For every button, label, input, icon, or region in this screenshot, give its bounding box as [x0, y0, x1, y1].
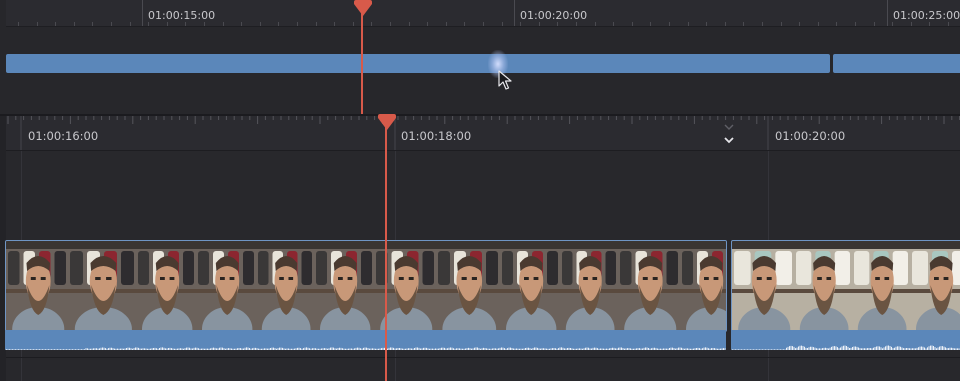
upper-playhead-line[interactable] [361, 12, 363, 114]
upper-minor-tick [799, 22, 801, 26]
upper-minor-tick [948, 22, 949, 26]
clip-thumbnail [68, 241, 136, 331]
track-divider [6, 357, 960, 358]
upper-playhead-head[interactable] [354, 4, 372, 16]
upper-minor-tick [836, 22, 838, 26]
upper-minor-tick [631, 22, 633, 26]
upper-minor-tick [594, 22, 596, 26]
upper-minor-tick [166, 22, 168, 26]
upper-minor-tick [520, 22, 522, 26]
upper-minor-tick [650, 22, 652, 26]
lower-playhead-line[interactable] [385, 126, 387, 381]
clip-thumbnail [314, 241, 374, 331]
upper-minor-tick [873, 22, 875, 26]
upper-minor-tick [576, 22, 577, 26]
clip-thumbnail [500, 241, 560, 331]
upper-minor-tick [334, 22, 336, 26]
upper-minor-tick [817, 22, 819, 26]
upper-minor-tick [204, 22, 205, 26]
audio-waveform [5, 347, 726, 350]
clip-thumbnail [6, 241, 68, 331]
mouse-pointer-icon [498, 70, 512, 90]
upper-minor-tick [408, 22, 410, 26]
video-clip[interactable] [5, 240, 727, 332]
clip-thumbnail [680, 241, 726, 331]
upper-clip[interactable] [833, 54, 960, 73]
upper-minor-tick [706, 22, 708, 26]
upper-minor-tick [892, 22, 894, 26]
clip-thumbnail [196, 241, 256, 331]
clip-thumbnail [560, 241, 618, 331]
upper-major-tick [514, 0, 515, 26]
clip-thumbnail [732, 241, 794, 331]
upper-minor-tick [36, 22, 38, 26]
upper-timecode-1: 01:00:15:00 [148, 9, 216, 22]
upper-minor-tick [352, 22, 354, 26]
chevron-down-icon[interactable] [722, 120, 736, 150]
upper-timecode-2: 01:00:20:00 [520, 9, 588, 22]
upper-major-tick [142, 0, 143, 26]
upper-minor-tick [743, 22, 745, 26]
upper-minor-tick [855, 22, 856, 26]
lower-timecode-2: 01:00:18:00 [401, 129, 472, 143]
upper-time-ruler[interactable]: 01:00:15:00 01:00:20:00 01:00:25:00 [6, 0, 960, 27]
audio-clip[interactable] [731, 330, 960, 350]
upper-minor-tick [222, 22, 224, 26]
lower-timecode-1: 01:00:16:00 [28, 129, 99, 143]
upper-minor-tick [278, 22, 280, 26]
lower-timecode-3: 01:00:20:00 [775, 129, 846, 143]
upper-minor-tick [297, 22, 298, 26]
upper-minor-tick [613, 22, 615, 26]
upper-minor-tick [538, 22, 540, 26]
clip-thumbnail [436, 241, 500, 331]
upper-timecode-3: 01:00:25:00 [893, 9, 960, 22]
upper-minor-tick [780, 22, 782, 26]
upper-minor-tick [427, 22, 429, 26]
upper-timeline: 01:00:15:00 01:00:20:00 01:00:25:00 [0, 0, 960, 114]
lower-time-ruler[interactable]: 01:00:16:00 01:00:18:00 01:00:20:00 [6, 116, 960, 151]
clip-thumbnail [618, 241, 680, 331]
clip-thumbnail [852, 241, 910, 331]
upper-minor-tick [92, 22, 94, 26]
upper-minor-tick [910, 22, 912, 26]
upper-minor-tick [501, 22, 503, 26]
upper-minor-tick [315, 22, 317, 26]
upper-minor-tick [483, 22, 484, 26]
upper-minor-tick [762, 22, 763, 26]
upper-minor-tick [73, 22, 75, 26]
clip-thumbnail [910, 241, 960, 331]
upper-minor-tick [724, 22, 726, 26]
upper-minor-tick [390, 22, 391, 26]
upper-minor-tick [148, 22, 150, 26]
upper-minor-tick [55, 22, 57, 26]
upper-minor-tick [371, 22, 373, 26]
upper-minor-tick [185, 22, 187, 26]
clip-thumbnail [374, 241, 436, 331]
clip-thumbnail [256, 241, 314, 331]
upper-minor-tick [445, 22, 447, 26]
upper-minor-tick [111, 22, 112, 26]
upper-minor-tick [241, 22, 243, 26]
upper-minor-tick [129, 22, 131, 26]
audio-waveform [731, 345, 960, 350]
upper-minor-tick [557, 22, 559, 26]
upper-minor-tick [929, 22, 931, 26]
upper-minor-tick [18, 22, 19, 26]
clip-thumbnail [136, 241, 196, 331]
upper-minor-tick [259, 22, 261, 26]
upper-minor-tick [687, 22, 689, 26]
audio-clip[interactable] [5, 330, 726, 350]
video-clip[interactable] [731, 240, 960, 332]
lower-playhead-head[interactable] [378, 118, 396, 130]
upper-minor-tick [464, 22, 466, 26]
upper-major-tick [887, 0, 888, 26]
upper-minor-tick [669, 22, 670, 26]
upper-clip[interactable] [6, 54, 830, 73]
clip-thumbnail [794, 241, 852, 331]
